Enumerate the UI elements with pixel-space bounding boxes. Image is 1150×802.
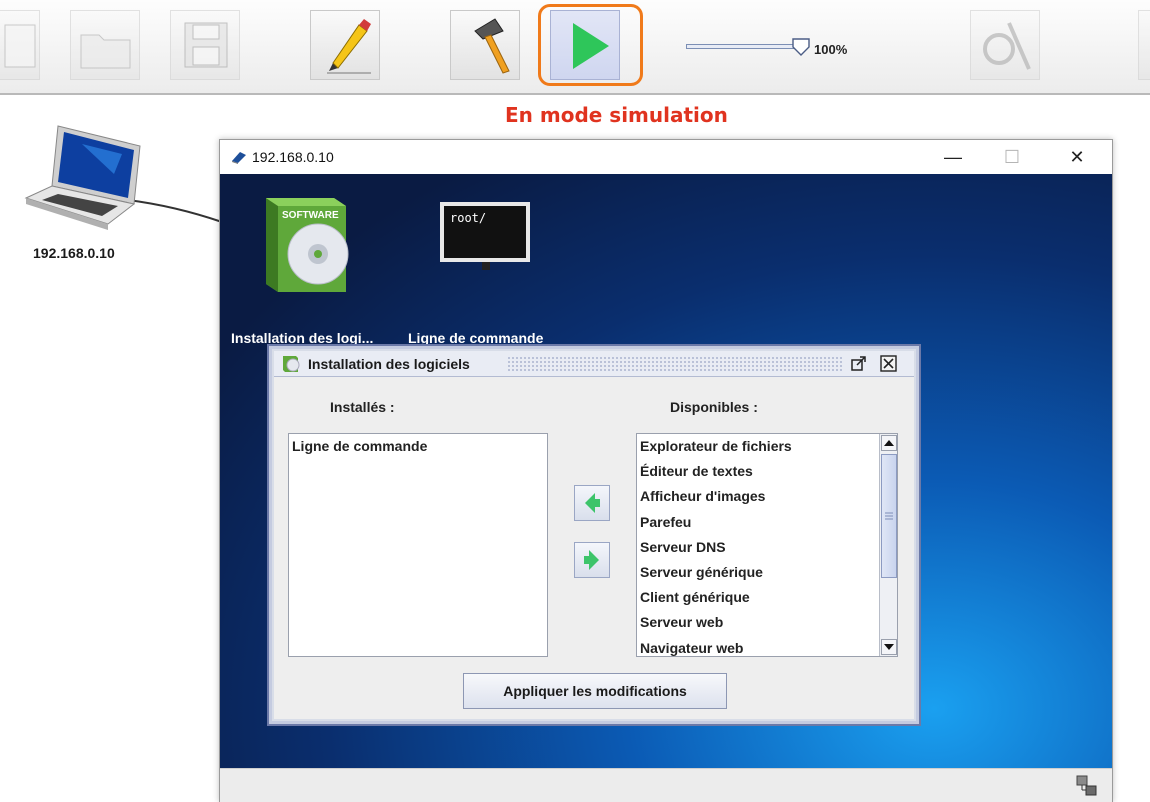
desktop-icon-installer[interactable]: SOFTWARE	[264, 192, 364, 307]
install-dialog-titlebar[interactable]: Installation des logiciels	[274, 351, 914, 377]
app-root: 100% En mode simulation 192.168.0.10 192…	[0, 0, 1150, 802]
minimize-button[interactable]: —	[942, 146, 964, 168]
available-item[interactable]: Serveur DNS	[637, 535, 879, 560]
device-window-titlebar[interactable]: 192.168.0.10 — ☐ ✕	[220, 140, 1112, 174]
install-left-button[interactable]	[574, 485, 610, 521]
arrow-left-icon	[585, 493, 600, 513]
scroll-thumb[interactable]	[881, 454, 897, 578]
install-dialog-title: Installation des logiciels	[308, 356, 476, 372]
install-dialog-body: Installés : Disponibles : Ligne de comma…	[274, 377, 914, 719]
available-item[interactable]: Parefeu	[637, 510, 879, 535]
edit-mode-button[interactable]	[310, 10, 380, 80]
software-cd-small-icon	[283, 356, 300, 372]
scroll-up-icon	[884, 440, 894, 446]
installed-header: Installés :	[330, 399, 395, 415]
zoom-slider-track[interactable]	[686, 44, 794, 49]
apply-changes-button[interactable]: Appliquer les modifications	[463, 673, 727, 709]
device-label: 192.168.0.10	[33, 245, 115, 261]
available-items: Explorateur de fichiers Éditeur de textes…	[637, 434, 879, 657]
available-header: Disponibles :	[670, 399, 758, 415]
available-list[interactable]: Explorateur de fichiers Éditeur de textes…	[636, 433, 898, 657]
software-box-label: SOFTWARE	[282, 210, 339, 221]
simulation-highlight	[538, 4, 643, 86]
network-status-icon[interactable]	[1076, 775, 1098, 797]
titlebar-grip	[507, 356, 842, 372]
scroll-down-button[interactable]	[881, 639, 897, 655]
close-window-button[interactable]: ✕	[1066, 146, 1088, 168]
software-install-dialog: Installation des logiciels Installés : D…	[267, 344, 921, 726]
maximize-button[interactable]: ☐	[1001, 146, 1023, 168]
available-item[interactable]: Explorateur de fichiers	[637, 434, 879, 459]
extra-button[interactable]	[1138, 10, 1150, 80]
available-item[interactable]: Serveur générique	[637, 560, 879, 585]
scroll-down-icon	[884, 644, 894, 650]
zoom-slider-thumb[interactable]	[790, 36, 812, 58]
desktop-icon-terminal[interactable]: root/	[440, 192, 532, 277]
scroll-grip-icon	[885, 512, 893, 520]
laptop-icon[interactable]	[22, 124, 152, 236]
build-button[interactable]	[450, 10, 520, 80]
device-window: 192.168.0.10 — ☐ ✕ SOFTWARE Installation…	[219, 139, 1113, 802]
stethoscope-icon	[983, 22, 1031, 70]
hammer-icon	[474, 18, 510, 74]
installed-list[interactable]: Ligne de commande	[288, 433, 548, 657]
uninstall-right-button[interactable]	[574, 542, 610, 578]
available-scrollbar[interactable]	[879, 434, 897, 656]
installed-item[interactable]: Ligne de commande	[289, 434, 547, 459]
device-statusbar	[220, 768, 1112, 802]
device-window-title: 192.168.0.10	[252, 149, 334, 165]
available-item[interactable]: Navigateur web	[637, 636, 879, 657]
available-item[interactable]: Afficheur d'images	[637, 484, 879, 509]
maximize-frame-icon[interactable]	[849, 354, 869, 374]
simulation-mode-label: En mode simulation	[505, 103, 728, 127]
terminal-screen-text: root/	[450, 211, 486, 225]
available-item[interactable]: Client générique	[637, 585, 879, 610]
terminal-icon: root/	[440, 202, 530, 270]
device-window-icon	[232, 152, 246, 164]
close-frame-icon[interactable]	[879, 354, 899, 374]
available-item[interactable]: Serveur web	[637, 610, 879, 635]
pencil-icon	[327, 19, 371, 74]
zoom-level: 100%	[814, 42, 848, 57]
tools-button[interactable]	[970, 10, 1040, 80]
device-desktop: SOFTWARE Installation des logi... root/ …	[220, 174, 1112, 768]
software-cd-icon: SOFTWARE	[266, 198, 349, 292]
arrow-right-icon	[584, 550, 599, 570]
available-item[interactable]: Éditeur de textes	[637, 459, 879, 484]
scroll-up-button[interactable]	[881, 435, 897, 451]
